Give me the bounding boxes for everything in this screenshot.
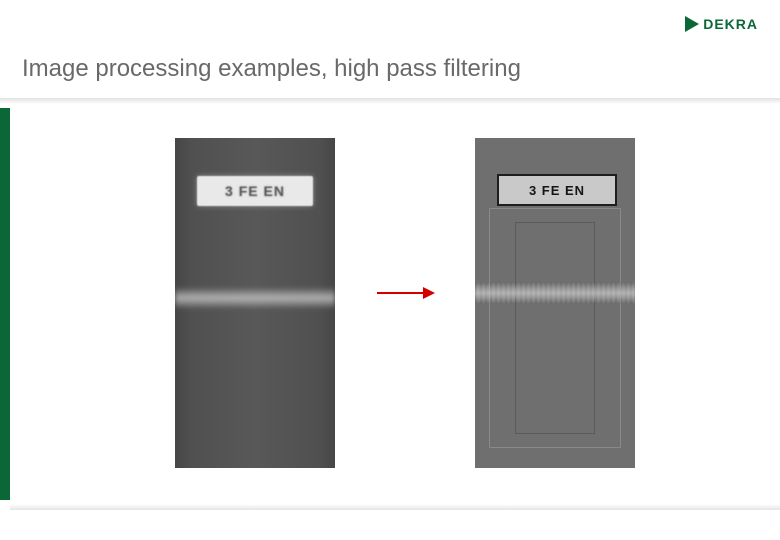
specimen-id-plate-left: 3 FE EN bbox=[197, 176, 313, 206]
original-radiograph: 3 FE EN bbox=[175, 138, 335, 468]
transform-arrow bbox=[335, 292, 475, 294]
brand-name: DEKRA bbox=[703, 16, 758, 32]
brand-logo: DEKRA bbox=[685, 16, 758, 32]
sidebar-accent-bar bbox=[0, 108, 10, 500]
weld-seam-right bbox=[475, 283, 635, 303]
panel-inner-outline bbox=[515, 222, 595, 434]
specimen-id-plate-right: 3 FE EN bbox=[497, 174, 617, 206]
slide-title: Image processing examples, high pass fil… bbox=[22, 55, 521, 83]
figure-comparison: 3 FE EN 3 FE EN bbox=[175, 128, 635, 478]
header-divider bbox=[0, 98, 780, 104]
arrow-right-icon bbox=[377, 292, 433, 294]
weld-seam-left bbox=[175, 287, 335, 309]
brand-triangle-icon bbox=[685, 16, 699, 32]
footer-divider bbox=[10, 504, 780, 510]
filtered-radiograph: 3 FE EN bbox=[475, 138, 635, 468]
